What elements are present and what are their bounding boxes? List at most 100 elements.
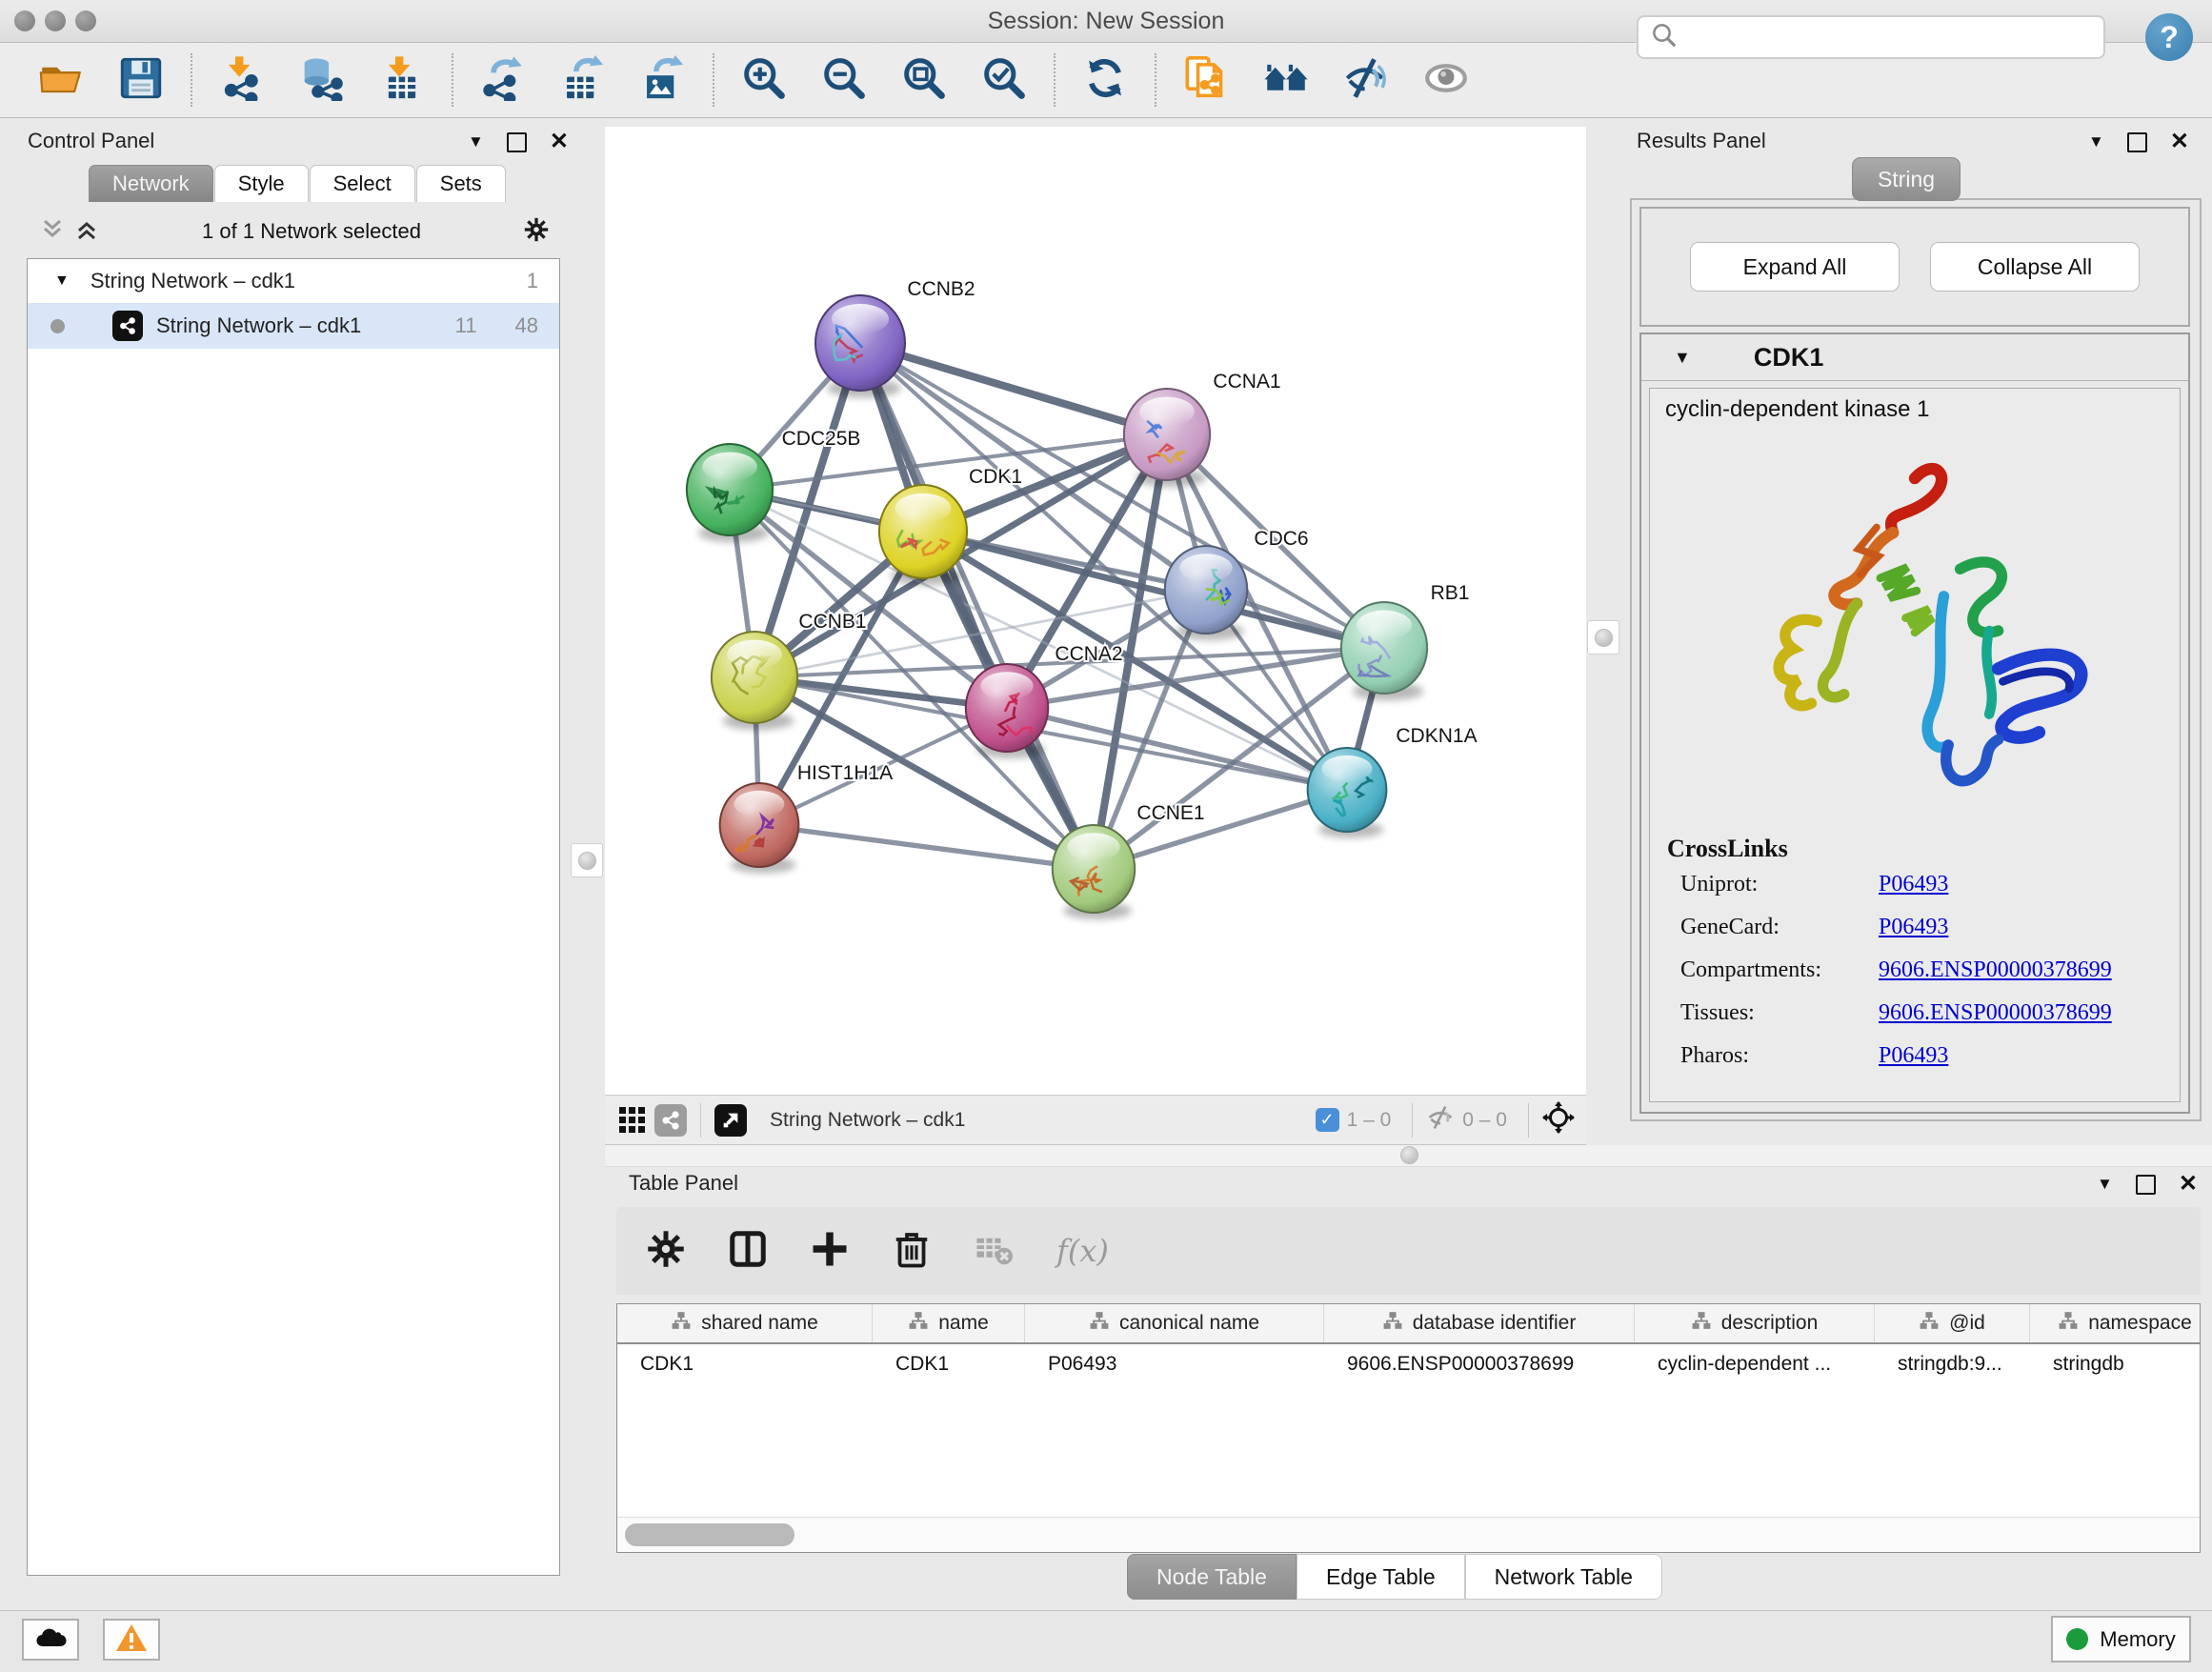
collapse-entry-icon[interactable]: ▼	[1674, 348, 1691, 368]
network-canvas[interactable]: CCNB2CCNA1CDC25BCDK1CDC6RB1CCNB1CCNA2CDK…	[605, 127, 1586, 1095]
import-table-button[interactable]	[362, 49, 442, 111]
cell[interactable]: CDK1	[617, 1344, 873, 1384]
cell[interactable]: P06493	[1025, 1344, 1324, 1384]
show-all-button[interactable]	[1406, 49, 1486, 111]
delete-table-icon[interactable]	[975, 1230, 1013, 1273]
network-node-CCNA2[interactable]	[966, 664, 1048, 758]
import-network-button[interactable]	[202, 49, 282, 111]
cloud-button[interactable]	[22, 1619, 79, 1661]
tab-network-table[interactable]: Network Table	[1465, 1554, 1662, 1600]
cell[interactable]: cyclin-dependent ...	[1635, 1344, 1875, 1384]
help-button[interactable]: ?	[2145, 13, 2193, 61]
save-session-button[interactable]	[101, 49, 181, 111]
search-input[interactable]	[1679, 24, 2103, 50]
float-panel-icon[interactable]	[507, 132, 527, 152]
tab-node-table[interactable]: Node Table	[1127, 1554, 1297, 1600]
delete-column-icon[interactable]	[893, 1230, 931, 1273]
cell[interactable]: stringdb	[2030, 1344, 2201, 1384]
column-header-name[interactable]: name	[873, 1304, 1025, 1342]
share-document-button[interactable]	[1166, 49, 1246, 111]
network-view-icon[interactable]	[654, 1104, 687, 1137]
crosslink-link[interactable]: P06493	[1879, 1043, 1948, 1069]
tab-style[interactable]: Style	[214, 165, 309, 202]
panel-menu-icon[interactable]: ▼	[468, 132, 484, 151]
column-header--id[interactable]: @id	[1875, 1304, 2030, 1342]
network-node-CDC6[interactable]	[1165, 546, 1247, 640]
panel-menu-icon[interactable]: ▼	[2088, 132, 2104, 151]
tab-sets[interactable]: Sets	[416, 165, 506, 202]
expand-all-button[interactable]: Expand All	[1690, 242, 1900, 292]
tab-string[interactable]: String	[1852, 157, 1961, 201]
crosslink-link[interactable]: 9606.ENSP00000378699	[1879, 1000, 2112, 1026]
import-database-button[interactable]	[282, 49, 362, 111]
close-panel-icon[interactable]: ✕	[2170, 131, 2189, 153]
zoom-out-button[interactable]	[804, 49, 884, 111]
export-image-button[interactable]	[623, 49, 703, 111]
hidden-eye-icon[interactable]	[1426, 1103, 1455, 1137]
export-table-button[interactable]	[543, 49, 623, 111]
select-columns-icon[interactable]	[729, 1230, 767, 1273]
horizontal-splitter-handle[interactable]	[1400, 1146, 1418, 1164]
export-network-button[interactable]	[463, 49, 543, 111]
crosshair-icon[interactable]	[1542, 1101, 1575, 1138]
gear-icon[interactable]	[524, 217, 549, 247]
collapse-all-icon[interactable]	[40, 217, 65, 247]
float-panel-icon[interactable]	[2127, 132, 2147, 152]
network-graph[interactable]: CCNB2CCNA1CDC25BCDK1CDC6RB1CCNB1CCNA2CDK…	[605, 127, 1586, 1095]
network-node-CCNB2[interactable]	[815, 295, 905, 398]
warning-button[interactable]	[103, 1619, 160, 1661]
function-builder-icon[interactable]: f(x)	[1056, 1233, 1109, 1269]
column-header-namespace[interactable]: namespace	[2030, 1304, 2201, 1342]
cell[interactable]: stringdb:9...	[1875, 1344, 2030, 1384]
cell[interactable]: 9606.ENSP00000378699	[1324, 1344, 1635, 1384]
zoom-selected-button[interactable]	[964, 49, 1044, 111]
refresh-layout-button[interactable]	[1065, 49, 1145, 111]
network-node-RB1[interactable]	[1341, 602, 1427, 700]
right-splitter-handle[interactable]	[1587, 620, 1619, 655]
node-detail-header[interactable]: ▼ CDK1	[1641, 334, 2188, 381]
crosslink-link[interactable]: 9606.ENSP00000378699	[1879, 957, 2112, 983]
open-session-button[interactable]	[21, 49, 101, 111]
birds-eye-view-icon[interactable]	[714, 1104, 747, 1137]
column-header-canonical-name[interactable]: canonical name	[1025, 1304, 1324, 1342]
network-row-selected[interactable]: String Network – cdk1 11 48	[28, 303, 559, 349]
close-panel-icon[interactable]: ✕	[550, 131, 569, 153]
memory-button[interactable]: Memory	[2051, 1616, 2191, 1662]
horizontal-splitter[interactable]	[605, 1145, 2212, 1167]
float-panel-icon[interactable]	[2136, 1175, 2156, 1195]
home-pair-button[interactable]	[1246, 49, 1326, 111]
network-node-CCNA1[interactable]	[1124, 389, 1210, 487]
close-panel-icon[interactable]: ✕	[2179, 1173, 2198, 1196]
network-node-CCNB1[interactable]	[712, 632, 797, 730]
table-row[interactable]: CDK1CDK1P064939606.ENSP00000378699cyclin…	[617, 1344, 2200, 1384]
tab-select[interactable]: Select	[310, 165, 415, 202]
network-collection-row[interactable]: ▼ String Network – cdk1 1	[28, 259, 559, 303]
add-column-icon[interactable]	[811, 1230, 849, 1273]
crosslink-link[interactable]: P06493	[1879, 872, 1948, 897]
column-header-description[interactable]: description	[1635, 1304, 1875, 1342]
table-settings-gear-icon[interactable]	[647, 1230, 685, 1273]
grid-view-icon[interactable]	[616, 1104, 649, 1137]
network-node-CCNE1[interactable]	[1053, 825, 1135, 919]
network-node-HIST1H1A[interactable]	[720, 783, 799, 874]
network-node-CDK1[interactable]	[879, 485, 967, 585]
tab-edge-table[interactable]: Edge Table	[1297, 1554, 1465, 1600]
column-header-database-identifier[interactable]: database identifier	[1324, 1304, 1635, 1342]
cell[interactable]: CDK1	[873, 1344, 1025, 1384]
network-node-CDC25B[interactable]	[687, 444, 773, 542]
column-header-shared-name[interactable]: shared name	[617, 1304, 873, 1342]
table-horizontal-scrollbar[interactable]	[617, 1517, 2200, 1552]
scrollbar-thumb[interactable]	[625, 1523, 794, 1546]
crosslink-link[interactable]: P06493	[1879, 915, 1948, 940]
left-splitter-handle[interactable]	[571, 843, 603, 877]
tree-expand-icon[interactable]: ▼	[54, 272, 70, 290]
zoom-in-button[interactable]	[724, 49, 804, 111]
hide-selected-button[interactable]	[1326, 49, 1406, 111]
expand-all-icon[interactable]	[74, 217, 99, 247]
tab-network[interactable]: Network	[89, 165, 213, 202]
collapse-all-button[interactable]: Collapse All	[1930, 242, 2140, 292]
selected-checkbox-icon[interactable]: ✓	[1316, 1108, 1339, 1132]
zoom-fit-button[interactable]	[884, 49, 964, 111]
network-node-CDKN1A[interactable]	[1308, 748, 1387, 838]
panel-menu-icon[interactable]: ▼	[2097, 1175, 2113, 1194]
